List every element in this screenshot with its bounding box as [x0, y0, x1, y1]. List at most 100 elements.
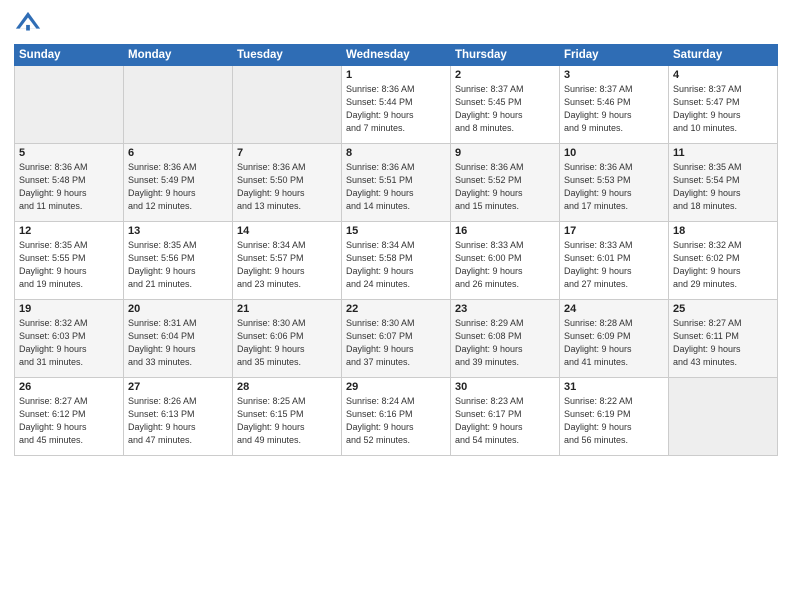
- day-info: Sunrise: 8:26 AM Sunset: 6:13 PM Dayligh…: [128, 395, 228, 447]
- day-number: 7: [237, 147, 337, 159]
- calendar-cell: 1Sunrise: 8:36 AM Sunset: 5:44 PM Daylig…: [342, 66, 451, 144]
- day-info: Sunrise: 8:37 AM Sunset: 5:45 PM Dayligh…: [455, 83, 555, 135]
- day-number: 3: [564, 69, 664, 81]
- day-number: 27: [128, 381, 228, 393]
- day-info: Sunrise: 8:33 AM Sunset: 6:00 PM Dayligh…: [455, 239, 555, 291]
- day-number: 12: [19, 225, 119, 237]
- day-info: Sunrise: 8:30 AM Sunset: 6:07 PM Dayligh…: [346, 317, 446, 369]
- calendar-cell: 19 Sunrise: 8:32 AM Sunset: 6:03 PM Dayli…: [15, 300, 124, 378]
- day-number: 25: [673, 303, 773, 315]
- day-info: Sunrise: 8:30 AM Sunset: 6:06 PM Dayligh…: [237, 317, 337, 369]
- calendar-cell: 18Sunrise: 8:32 AM Sunset: 6:02 PM Dayli…: [669, 222, 778, 300]
- day-number: 10: [564, 147, 664, 159]
- calendar-week-row: 1Sunrise: 8:36 AM Sunset: 5:44 PM Daylig…: [15, 66, 778, 144]
- calendar-cell: [233, 66, 342, 144]
- weekday-header-monday: Monday: [124, 45, 233, 66]
- day-number: 11: [673, 147, 773, 159]
- day-number: 16: [455, 225, 555, 237]
- day-number: 8: [346, 147, 446, 159]
- day-number: 26: [19, 381, 119, 393]
- day-number: 22: [346, 303, 446, 315]
- calendar-cell: 17 Sunrise: 8:33 AM Sunset: 6:01 PM Dayli…: [560, 222, 669, 300]
- weekday-header-friday: Friday: [560, 45, 669, 66]
- day-number: 2: [455, 69, 555, 81]
- day-info: Sunrise: 8:35 AM Sunset: 5:55 PM Dayligh…: [19, 239, 119, 291]
- day-info: Sunrise: 8:37 AM Sunset: 5:46 PM Dayligh…: [564, 83, 664, 135]
- calendar-cell: 12 Sunrise: 8:35 AM Sunset: 5:55 PM Dayli…: [15, 222, 124, 300]
- day-info: Sunrise: 8:28 AM Sunset: 6:09 PM Dayligh…: [564, 317, 664, 369]
- calendar-cell: 4 Sunrise: 8:37 AM Sunset: 5:47 PM Daylig…: [669, 66, 778, 144]
- weekday-header-sunday: Sunday: [15, 45, 124, 66]
- day-info: Sunrise: 8:32 AM Sunset: 6:03 PM Dayligh…: [19, 317, 119, 369]
- day-number: 15: [346, 225, 446, 237]
- day-number: 24: [564, 303, 664, 315]
- day-number: 14: [237, 225, 337, 237]
- day-info: Sunrise: 8:31 AM Sunset: 6:04 PM Dayligh…: [128, 317, 228, 369]
- day-number: 29: [346, 381, 446, 393]
- day-number: 28: [237, 381, 337, 393]
- weekday-header-row: SundayMondayTuesdayWednesdayThursdayFrid…: [15, 45, 778, 66]
- calendar-cell: 28 Sunrise: 8:25 AM Sunset: 6:15 PM Dayli…: [233, 378, 342, 456]
- weekday-header-thursday: Thursday: [451, 45, 560, 66]
- calendar-cell: 10 Sunrise: 8:36 AM Sunset: 5:53 PM Dayli…: [560, 144, 669, 222]
- calendar-week-row: 19 Sunrise: 8:32 AM Sunset: 6:03 PM Dayli…: [15, 300, 778, 378]
- day-info: Sunrise: 8:36 AM Sunset: 5:52 PM Dayligh…: [455, 161, 555, 213]
- calendar-cell: 16 Sunrise: 8:33 AM Sunset: 6:00 PM Dayli…: [451, 222, 560, 300]
- day-number: 30: [455, 381, 555, 393]
- day-info: Sunrise: 8:25 AM Sunset: 6:15 PM Dayligh…: [237, 395, 337, 447]
- day-info: Sunrise: 8:37 AM Sunset: 5:47 PM Dayligh…: [673, 83, 773, 135]
- day-info: Sunrise: 8:34 AM Sunset: 5:58 PM Dayligh…: [346, 239, 446, 291]
- logo: [14, 10, 44, 38]
- day-info: Sunrise: 8:33 AM Sunset: 6:01 PM Dayligh…: [564, 239, 664, 291]
- day-number: 1: [346, 69, 446, 81]
- day-info: Sunrise: 8:24 AM Sunset: 6:16 PM Dayligh…: [346, 395, 446, 447]
- day-number: 13: [128, 225, 228, 237]
- calendar-cell: 23 Sunrise: 8:29 AM Sunset: 6:08 PM Dayli…: [451, 300, 560, 378]
- calendar-cell: 14 Sunrise: 8:34 AM Sunset: 5:57 PM Dayli…: [233, 222, 342, 300]
- day-info: Sunrise: 8:22 AM Sunset: 6:19 PM Dayligh…: [564, 395, 664, 447]
- calendar-cell: 7 Sunrise: 8:36 AM Sunset: 5:50 PM Daylig…: [233, 144, 342, 222]
- day-number: 23: [455, 303, 555, 315]
- page-container: SundayMondayTuesdayWednesdayThursdayFrid…: [0, 0, 792, 462]
- calendar-week-row: 26 Sunrise: 8:27 AM Sunset: 6:12 PM Dayli…: [15, 378, 778, 456]
- calendar-table: SundayMondayTuesdayWednesdayThursdayFrid…: [14, 44, 778, 456]
- calendar-week-row: 12 Sunrise: 8:35 AM Sunset: 5:55 PM Dayli…: [15, 222, 778, 300]
- calendar-cell: [15, 66, 124, 144]
- calendar-cell: 20 Sunrise: 8:31 AM Sunset: 6:04 PM Dayli…: [124, 300, 233, 378]
- weekday-header-tuesday: Tuesday: [233, 45, 342, 66]
- calendar-cell: 31 Sunrise: 8:22 AM Sunset: 6:19 PM Dayli…: [560, 378, 669, 456]
- calendar-cell: 9Sunrise: 8:36 AM Sunset: 5:52 PM Daylig…: [451, 144, 560, 222]
- day-number: 21: [237, 303, 337, 315]
- day-info: Sunrise: 8:27 AM Sunset: 6:11 PM Dayligh…: [673, 317, 773, 369]
- day-info: Sunrise: 8:32 AM Sunset: 6:02 PM Dayligh…: [673, 239, 773, 291]
- day-number: 17: [564, 225, 664, 237]
- logo-icon: [14, 10, 42, 38]
- calendar-cell: 29 Sunrise: 8:24 AM Sunset: 6:16 PM Dayli…: [342, 378, 451, 456]
- day-info: Sunrise: 8:23 AM Sunset: 6:17 PM Dayligh…: [455, 395, 555, 447]
- day-number: 6: [128, 147, 228, 159]
- day-info: Sunrise: 8:36 AM Sunset: 5:53 PM Dayligh…: [564, 161, 664, 213]
- calendar-cell: 25 Sunrise: 8:27 AM Sunset: 6:11 PM Dayli…: [669, 300, 778, 378]
- day-number: 4: [673, 69, 773, 81]
- day-info: Sunrise: 8:36 AM Sunset: 5:50 PM Dayligh…: [237, 161, 337, 213]
- calendar-week-row: 5 Sunrise: 8:36 AM Sunset: 5:48 PM Daylig…: [15, 144, 778, 222]
- calendar-cell: 11Sunrise: 8:35 AM Sunset: 5:54 PM Dayli…: [669, 144, 778, 222]
- day-info: Sunrise: 8:35 AM Sunset: 5:56 PM Dayligh…: [128, 239, 228, 291]
- day-info: Sunrise: 8:29 AM Sunset: 6:08 PM Dayligh…: [455, 317, 555, 369]
- calendar-cell: 6Sunrise: 8:36 AM Sunset: 5:49 PM Daylig…: [124, 144, 233, 222]
- day-number: 31: [564, 381, 664, 393]
- day-info: Sunrise: 8:36 AM Sunset: 5:51 PM Dayligh…: [346, 161, 446, 213]
- header: [14, 10, 778, 38]
- day-info: Sunrise: 8:36 AM Sunset: 5:48 PM Dayligh…: [19, 161, 119, 213]
- weekday-header-wednesday: Wednesday: [342, 45, 451, 66]
- calendar-cell: 8 Sunrise: 8:36 AM Sunset: 5:51 PM Daylig…: [342, 144, 451, 222]
- calendar-cell: 26 Sunrise: 8:27 AM Sunset: 6:12 PM Dayli…: [15, 378, 124, 456]
- day-number: 5: [19, 147, 119, 159]
- day-number: 20: [128, 303, 228, 315]
- calendar-cell: 30 Sunrise: 8:23 AM Sunset: 6:17 PM Dayli…: [451, 378, 560, 456]
- day-info: Sunrise: 8:34 AM Sunset: 5:57 PM Dayligh…: [237, 239, 337, 291]
- day-info: Sunrise: 8:27 AM Sunset: 6:12 PM Dayligh…: [19, 395, 119, 447]
- calendar-cell: 22 Sunrise: 8:30 AM Sunset: 6:07 PM Dayli…: [342, 300, 451, 378]
- calendar-cell: 5 Sunrise: 8:36 AM Sunset: 5:48 PM Daylig…: [15, 144, 124, 222]
- day-number: 19: [19, 303, 119, 315]
